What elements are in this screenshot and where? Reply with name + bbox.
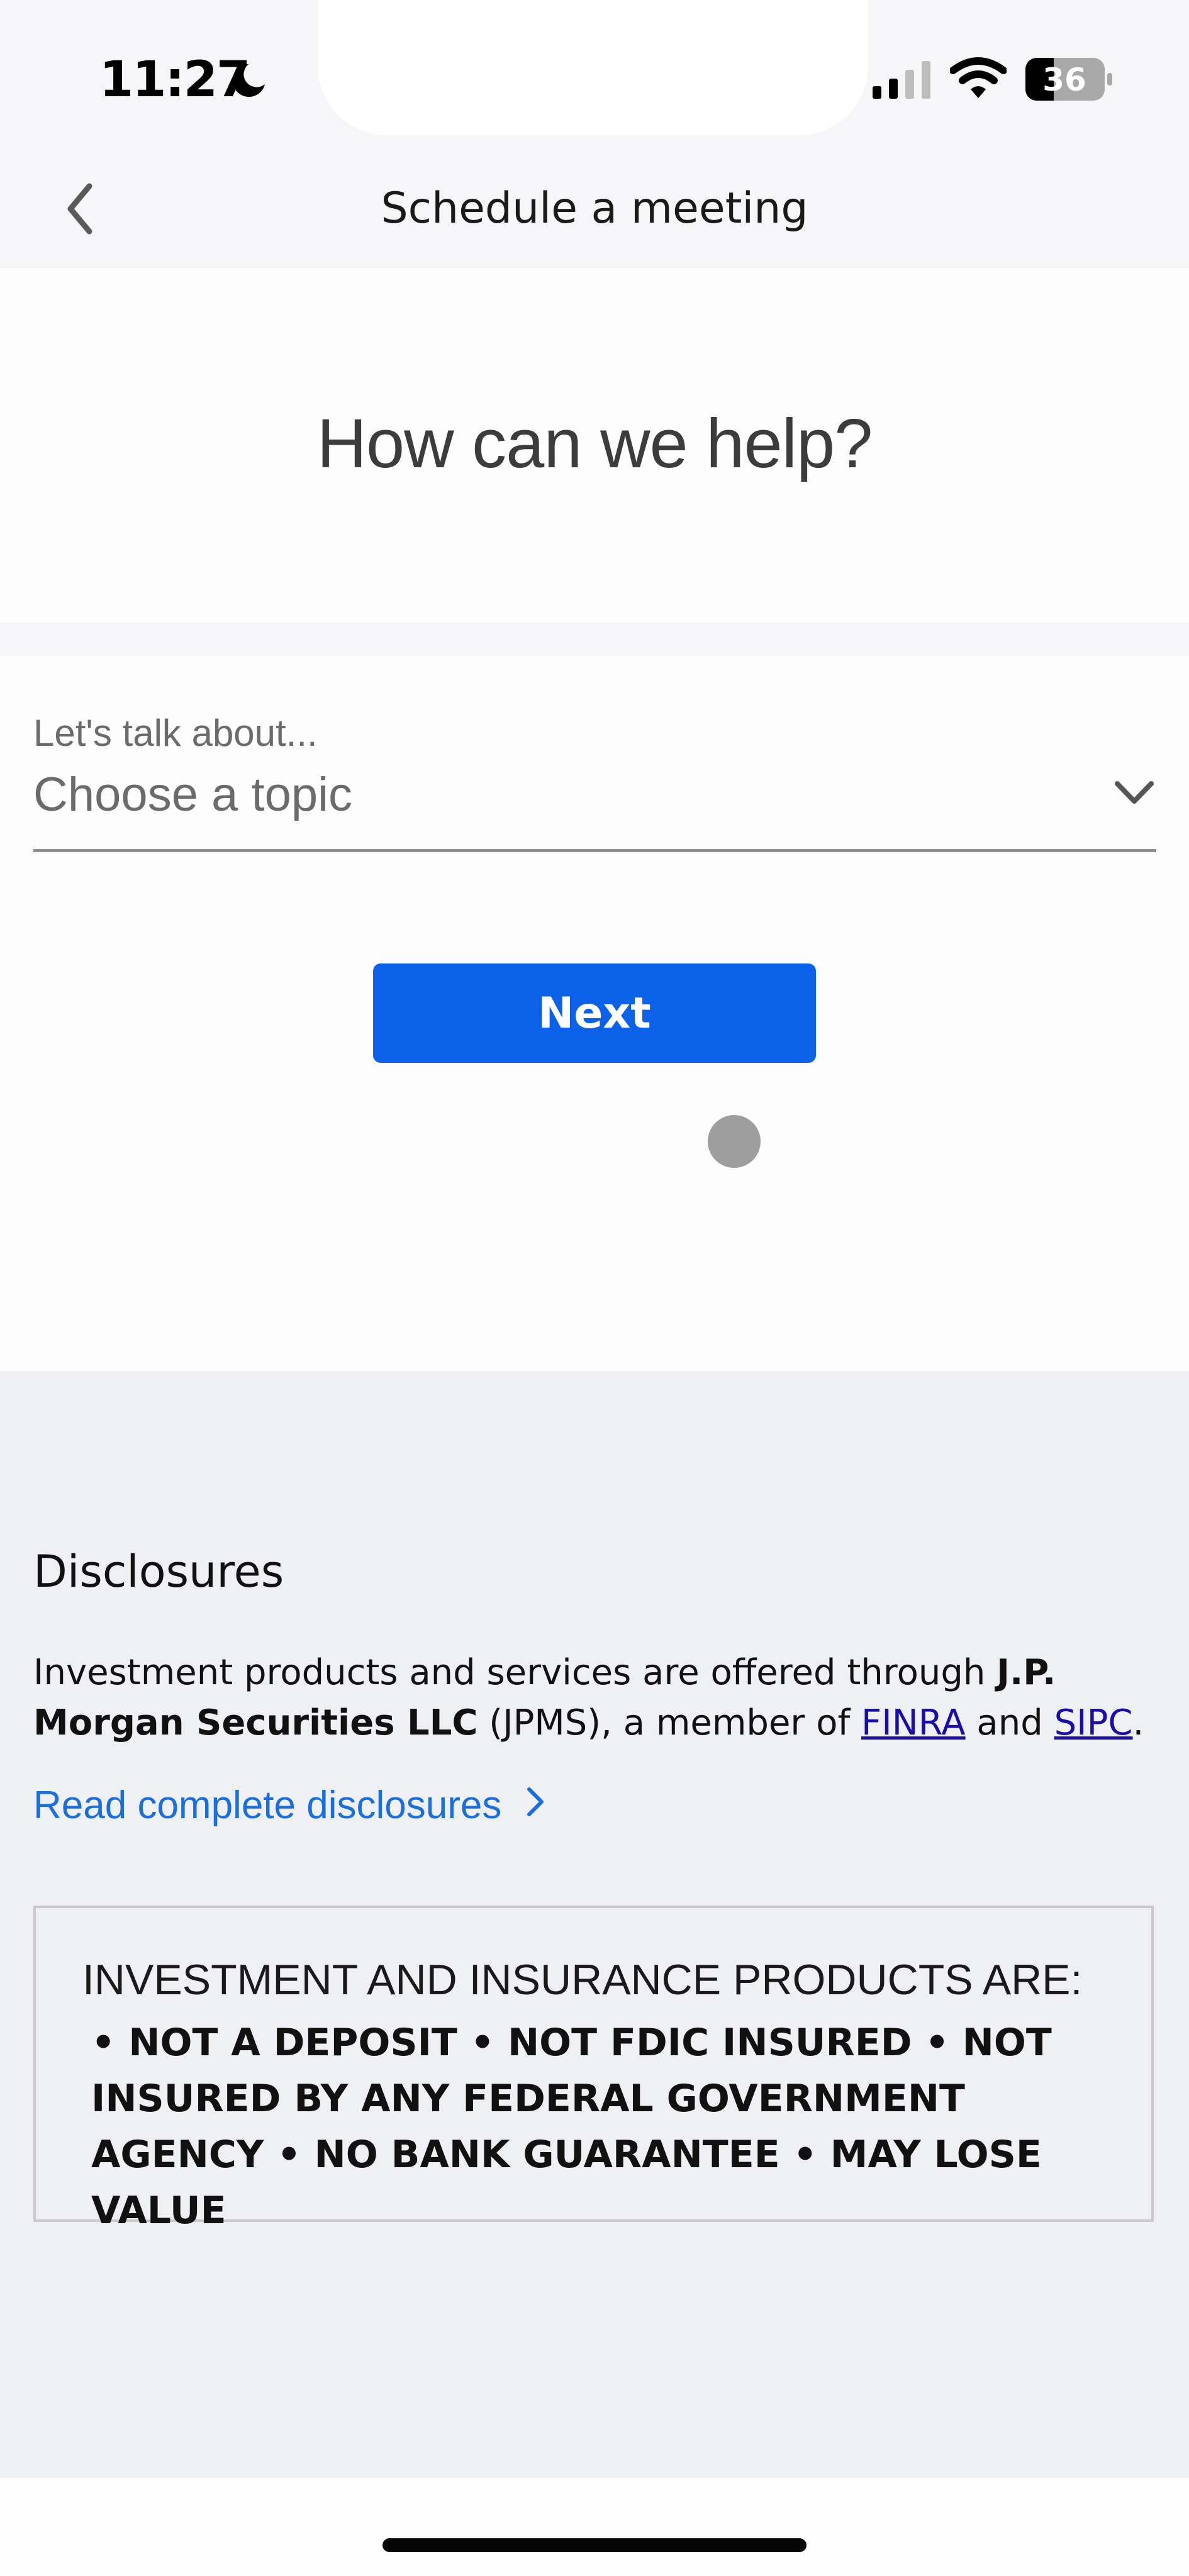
status-time: 11:27 — [99, 52, 250, 108]
next-button[interactable]: Next — [373, 963, 816, 1063]
hero-title: How can we help? — [316, 405, 873, 482]
investment-notice-box: INVESTMENT AND INSURANCE PRODUCTS ARE: •… — [33, 1906, 1154, 2233]
page-title: Schedule a meeting — [381, 184, 808, 233]
sipc-link[interactable]: SIPC — [1054, 1702, 1133, 1743]
home-indicator-area — [0, 2478, 1189, 2576]
moon-icon — [232, 64, 265, 97]
disclosures-heading: Disclosures — [33, 1546, 284, 1597]
battery-icon: 36 — [1025, 58, 1112, 101]
body-end: . — [1132, 1702, 1144, 1743]
wifi-icon — [950, 57, 1007, 98]
read-disclosures-label: Read complete disclosures — [33, 1784, 502, 1827]
hero-section: How can we help? — [0, 269, 1189, 623]
chevron-right-icon — [527, 1787, 544, 1816]
home-indicator[interactable] — [382, 2538, 807, 2552]
notice-items: • NOT A DEPOSIT • NOT FDIC INSURED • NOT… — [91, 2021, 1052, 2233]
body-prefix: Investment products and services are off… — [33, 1652, 997, 1693]
disclosures-section: Disclosures Investment products and serv… — [0, 1371, 1189, 2478]
finra-link[interactable]: FINRA — [861, 1702, 966, 1743]
section-divider — [0, 623, 1189, 656]
touch-indicator — [708, 1115, 761, 1168]
topic-form: Let's talk about... Choose a topic Next — [0, 656, 1189, 1371]
chevron-down-icon — [1115, 781, 1154, 804]
dynamic-island — [318, 0, 868, 135]
nav-header: Schedule a meeting — [0, 145, 1189, 269]
topic-label: Let's talk about... — [33, 712, 318, 754]
battery-percent: 36 — [1042, 62, 1086, 98]
topic-select[interactable]: Choose a topic — [33, 760, 1156, 852]
disclosures-body: Investment products and services are off… — [33, 1648, 1166, 1748]
body-and: and — [965, 1702, 1054, 1743]
signal-strength-icon — [873, 61, 930, 99]
topic-placeholder: Choose a topic — [33, 768, 352, 821]
read-disclosures-link[interactable]: Read complete disclosures — [33, 1783, 547, 1828]
status-bar: 11:27 36 — [0, 0, 1189, 145]
notice-heading: INVESTMENT AND INSURANCE PRODUCTS ARE: — [82, 1956, 1083, 2004]
body-mid: (JPMS), a member of — [477, 1702, 862, 1743]
